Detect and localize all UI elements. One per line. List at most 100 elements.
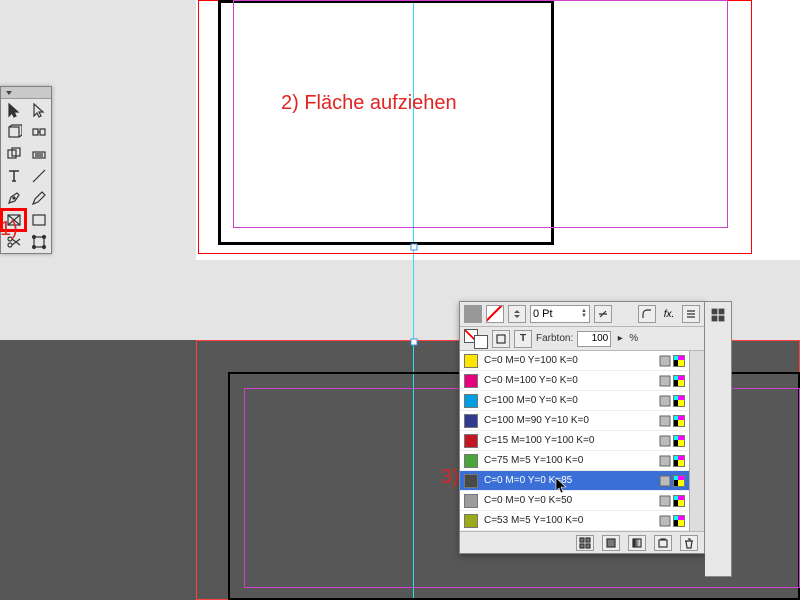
swatch-row[interactable]: C=100 M=90 Y=10 K=0 [460,411,689,431]
gap-tool[interactable] [26,121,51,143]
swatch-type-icons [659,515,685,527]
formatting-text-button[interactable]: T [514,330,532,348]
swatches-panel-icon[interactable] [707,304,729,326]
tint-label: Farbton: [536,333,573,344]
swatch-cmyk-icon [673,515,685,527]
swatch-global-icon [659,355,671,367]
stroke-weight-stepper[interactable] [508,305,526,323]
swatch-type-icons [659,375,685,387]
swatch-type-icons [659,355,685,367]
fill-stroke-proxy[interactable] [464,329,488,349]
tint-slider-arrow[interactable]: ▸ [615,330,625,348]
delete-swatch-button[interactable] [680,535,698,551]
swatch-name: C=15 M=100 Y=100 K=0 [484,435,653,446]
rectangle-tool[interactable] [26,209,51,231]
swatch-global-icon [659,455,671,467]
control-bar: 0 Pt▲▼ fx. [460,302,704,327]
swatch-cmyk-icon [673,355,685,367]
swatch-row[interactable]: C=0 M=100 Y=0 K=0 [460,371,689,391]
swatch-type-icons [659,395,685,407]
swatch-cmyk-icon [673,455,685,467]
swatch-chip [464,434,478,448]
swatch-name: C=0 M=0 Y=0 K=85 [484,475,653,486]
swatch-name: C=100 M=90 Y=10 K=0 [484,415,653,426]
swatch-name: C=75 M=5 Y=100 K=0 [484,455,653,466]
swatch-chip [464,374,478,388]
show-all-swatches-button[interactable] [576,535,594,551]
control-swatches-panel: 0 Pt▲▼ fx. T Farbton: ▸ % C=0 M=0 Y=100 … [459,301,705,554]
swatch-name: C=0 M=0 Y=100 K=0 [484,355,653,366]
swatch-chip [464,414,478,428]
selection-handle-bottom[interactable] [411,244,418,251]
panel-menu-button[interactable] [682,305,700,323]
content-placer-tool[interactable] [26,143,51,165]
pasteboard-upper: 2) Fläche aufziehen [0,0,800,330]
swatches-list[interactable]: C=0 M=0 Y=100 K=0 C=0 M=100 Y=0 K=0 C=100 … [460,351,689,531]
line-tool[interactable] [26,165,51,187]
pen-tool[interactable] [1,187,26,209]
swatch-chip [464,514,478,528]
swatch-type-icons [659,435,685,447]
swatch-row[interactable]: C=0 M=0 Y=0 K=85 [460,471,689,491]
swatches-footer [460,531,704,553]
free-transform-tool[interactable] [26,231,51,253]
swatch-type-icons [659,455,685,467]
swatch-cmyk-icon [673,415,685,427]
swatch-global-icon [659,475,671,487]
swatch-row[interactable]: C=15 M=100 Y=100 K=0 [460,431,689,451]
swatch-global-icon [659,435,671,447]
swatch-name: C=0 M=100 Y=0 K=0 [484,375,653,386]
swatch-name: C=100 M=0 Y=0 K=0 [484,395,653,406]
swatch-cmyk-icon [673,395,685,407]
swatch-global-icon [659,395,671,407]
show-color-swatches-button[interactable] [602,535,620,551]
swatch-global-icon [659,495,671,507]
swatch-row[interactable]: C=75 M=5 Y=100 K=0 [460,451,689,471]
stroke-proxy[interactable] [486,305,504,323]
swatches-scrollbar[interactable] [689,351,704,531]
swatch-type-icons [659,415,685,427]
tint-value-field[interactable] [577,331,611,347]
swatch-row[interactable]: C=0 M=0 Y=100 K=0 [460,351,689,371]
new-swatch-button[interactable] [654,535,672,551]
swatch-global-icon [659,415,671,427]
annotation-step2: 2) Fläche aufziehen [281,92,457,115]
content-collector-tool[interactable] [1,143,26,165]
swatch-cmyk-icon [673,375,685,387]
effects-button[interactable]: fx. [660,305,678,323]
annotation-step1: 1) [0,218,18,241]
swatch-chip [464,494,478,508]
selection-tool[interactable] [1,99,26,121]
swatch-cmyk-icon [673,475,685,487]
tools-panel-header[interactable] [1,87,51,99]
swatch-name: C=53 M=5 Y=100 K=0 [484,515,653,526]
swatch-cmyk-icon [673,435,685,447]
selection-handle-top-2[interactable] [411,339,418,346]
swatch-chip [464,474,478,488]
swatch-chip [464,354,478,368]
show-gradient-swatches-button[interactable] [628,535,646,551]
swatch-row[interactable]: C=0 M=0 Y=0 K=50 [460,491,689,511]
swatch-global-icon [659,515,671,527]
direct-selection-tool[interactable] [26,99,51,121]
swatch-global-icon [659,375,671,387]
annotation-step3: 3) [441,466,459,489]
swatch-cmyk-icon [673,495,685,507]
swatch-row[interactable]: C=100 M=0 Y=0 K=0 [460,391,689,411]
stroke-style-dropdown[interactable] [594,305,612,323]
corner-options-button[interactable] [638,305,656,323]
page-tool[interactable] [1,121,26,143]
panel-dock-right [705,301,732,577]
swatch-chip [464,394,478,408]
swatch-type-icons [659,495,685,507]
formatting-container-button[interactable] [492,330,510,348]
tint-unit: % [629,333,638,344]
type-tool[interactable] [1,165,26,187]
swatch-name: C=0 M=0 Y=0 K=50 [484,495,653,506]
swatch-type-icons [659,475,685,487]
pencil-tool[interactable] [26,187,51,209]
swatch-chip [464,454,478,468]
stroke-weight-field[interactable]: 0 Pt▲▼ [530,305,590,323]
swatch-row[interactable]: C=53 M=5 Y=100 K=0 [460,511,689,531]
fill-proxy[interactable] [464,305,482,323]
